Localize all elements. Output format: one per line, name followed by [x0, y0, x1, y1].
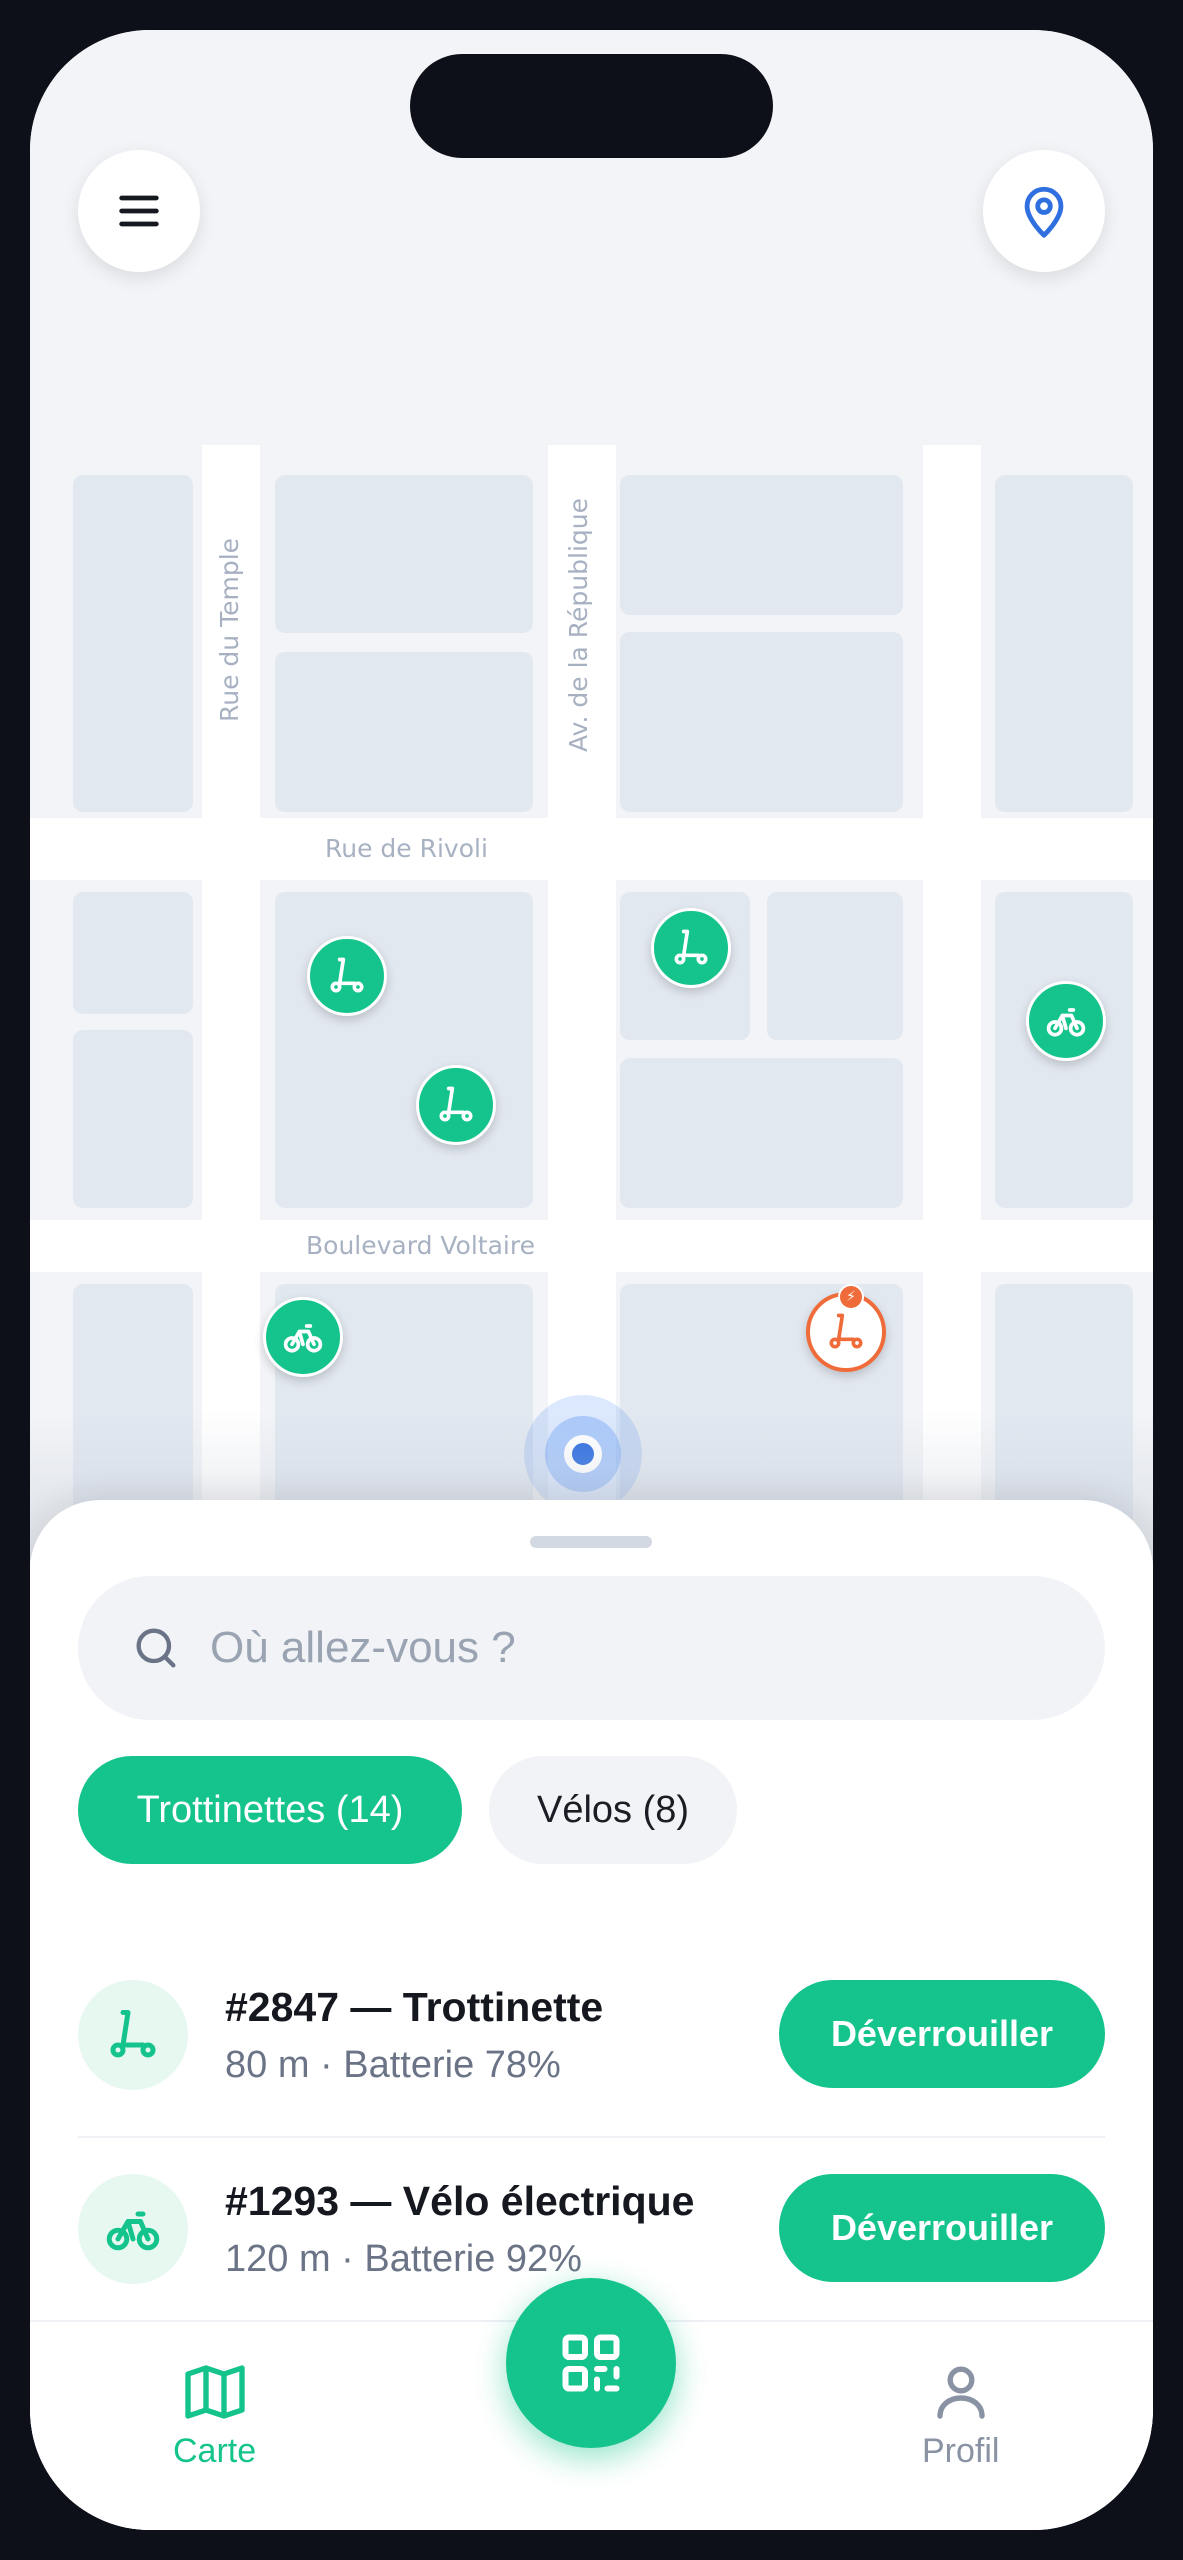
nav-item-map[interactable]: Carte: [173, 2356, 256, 2471]
map-block: [620, 632, 903, 812]
vehicle-details: 120 m · Batterie 92%: [225, 2238, 582, 2280]
qr-code-icon: [562, 2334, 620, 2392]
map-icon: [184, 2365, 245, 2419]
scooter-icon: [439, 1086, 473, 1122]
street-label-av-republique: Av. de la République: [564, 498, 593, 752]
filter-chip-scooters[interactable]: Trottinettes (14): [78, 1756, 462, 1864]
map-block: [995, 475, 1133, 812]
map-block: [73, 892, 193, 1014]
menu-button[interactable]: [78, 150, 200, 272]
map-marker-scooter[interactable]: [416, 1065, 496, 1145]
scooter-icon: [110, 2010, 156, 2058]
map-block: [73, 475, 193, 812]
sheet-drag-handle[interactable]: [530, 1536, 652, 1548]
nav-label-map: Carte: [173, 2432, 257, 2470]
scooter-icon: [674, 929, 708, 965]
street-label-rue-de-rivoli: Rue de Rivoli: [325, 834, 488, 863]
map-block: [620, 1058, 903, 1208]
phone-screen: Rue du Temple Av. de la République Rue d…: [30, 30, 1153, 2530]
list-divider: [78, 2136, 1105, 2138]
street-label-boulevard-voltaire: Boulevard Voltaire: [306, 1231, 535, 1260]
map-view[interactable]: Rue du Temple Av. de la République Rue d…: [30, 30, 1153, 1560]
map-block: [275, 892, 533, 1208]
map-marker-scooter-low-battery[interactable]: ⚡: [806, 1284, 886, 1372]
menu-icon: [119, 195, 159, 227]
map-marker-scooter[interactable]: [651, 908, 731, 988]
vehicle-title: #1293 — Vélo électrique: [225, 2178, 695, 2224]
filter-chip-bikes[interactable]: Vélos (8): [489, 1756, 737, 1864]
search-bar[interactable]: [78, 1576, 1105, 1720]
map-block: [620, 475, 903, 615]
map-marker-bike[interactable]: [263, 1297, 343, 1377]
user-icon: [937, 2366, 985, 2419]
scooter-icon: [829, 1313, 863, 1349]
map-marker-bike[interactable]: [1026, 981, 1106, 1061]
unlock-button[interactable]: Déverrouiller: [779, 1980, 1105, 2088]
road-east: [923, 445, 981, 1560]
map-marker-scooter[interactable]: [307, 936, 387, 1016]
vehicle-title: #2847 — Trottinette: [225, 1984, 604, 2030]
map-block: [73, 1030, 193, 1208]
vehicle-details: 80 m · Batterie 78%: [225, 2044, 561, 2086]
search-icon: [136, 1628, 176, 1668]
nav-label-profile: Profil: [922, 2432, 1000, 2470]
nav-item-profile[interactable]: Profil: [922, 2356, 999, 2471]
vehicle-list-item[interactable]: #2847 — Trottinette 80 m · Batterie 78% …: [78, 1970, 1105, 2120]
map-block: [275, 475, 533, 633]
bike-icon: [283, 1324, 323, 1353]
bike-icon: [1046, 1008, 1086, 1037]
locate-button[interactable]: [983, 150, 1105, 272]
unlock-button[interactable]: Déverrouiller: [779, 2174, 1105, 2282]
dynamic-island: [410, 54, 773, 158]
scan-qr-button[interactable]: [506, 2278, 676, 2448]
search-input[interactable]: [208, 1622, 1012, 1674]
road-boulevard-voltaire: [30, 1220, 1153, 1272]
road-rue-de-rivoli: [30, 818, 1153, 880]
map-block: [275, 652, 533, 812]
scooter-icon: [330, 957, 364, 993]
low-battery-icon: ⚡: [838, 1284, 864, 1310]
map-block: [767, 892, 903, 1040]
bike-icon: [106, 2211, 160, 2251]
location-pin-icon: [1024, 186, 1064, 238]
street-label-rue-du-temple: Rue du Temple: [215, 537, 244, 722]
